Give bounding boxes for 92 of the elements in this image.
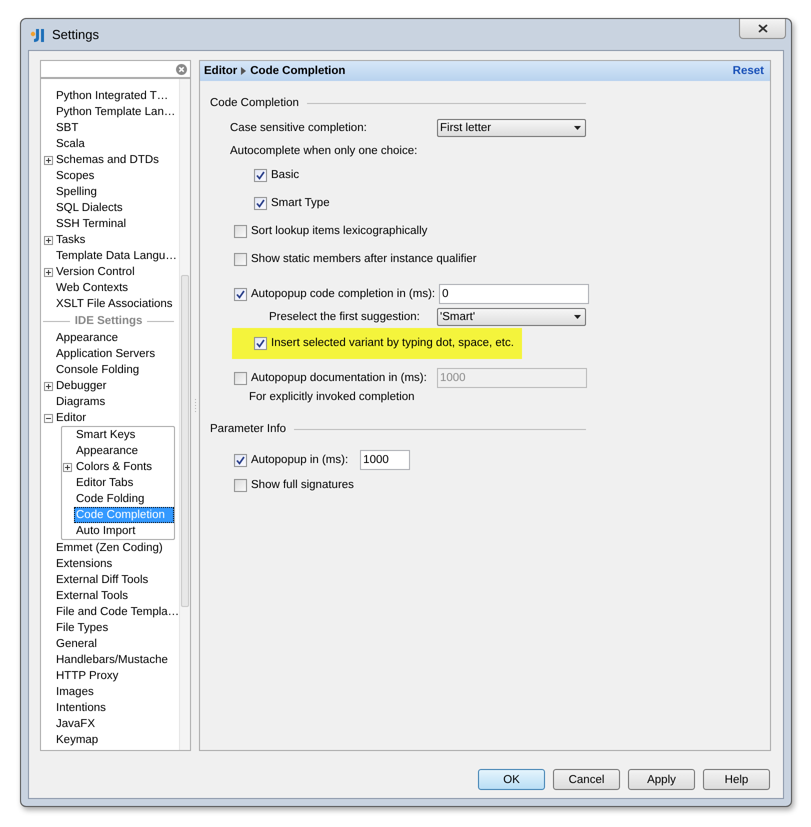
checkbox[interactable] [234, 454, 247, 466]
tree-item[interactable]: Scopes [56, 168, 180, 184]
checkbox[interactable] [234, 288, 247, 300]
reset-link[interactable]: Reset [732, 65, 764, 77]
search-field[interactable] [40, 60, 191, 78]
tree-item[interactable]: Extensions [56, 556, 180, 572]
checkbox-label: Show static members after instance qualifier [251, 253, 477, 265]
tree-item[interactable]: Intentions [56, 700, 180, 716]
hint-text: For explicitly invoked completion [249, 391, 415, 403]
tree-item[interactable]: General [56, 636, 180, 652]
tree-item[interactable]: Version Control [56, 264, 180, 280]
tree-item[interactable]: Tasks [56, 232, 180, 248]
tree-item[interactable]: SSH Terminal [56, 216, 180, 232]
tree-item[interactable]: Editor [56, 410, 180, 426]
field-label: Preselect the first suggestion: [269, 311, 420, 323]
checkbox-label: Show full signatures [251, 479, 354, 491]
dropdown-arrow-icon [574, 126, 581, 130]
checkbox[interactable] [254, 168, 267, 182]
expand-toggle-icon[interactable] [44, 414, 53, 422]
scrollbar[interactable] [179, 79, 190, 750]
tree-item[interactable]: Auto Import [74, 523, 174, 539]
dialog-button[interactable]: Cancel [553, 769, 620, 790]
tree-item[interactable]: Python Template Lan… [56, 104, 180, 120]
scrollbar-thumb[interactable] [181, 275, 189, 607]
dialog-button[interactable]: OK [478, 769, 545, 790]
dropdown[interactable]: 'Smart' [437, 308, 586, 326]
tree-item[interactable]: Emmet (Zen Coding) [56, 540, 180, 556]
tree-item[interactable]: Handlebars/Mustache [56, 652, 180, 668]
tree-item[interactable]: Appearance [56, 330, 180, 346]
tree-item[interactable]: Schemas and DTDs [56, 152, 180, 168]
tree-item[interactable]: External Tools [56, 588, 180, 604]
close-button[interactable] [739, 19, 786, 39]
checkbox-label: Autopopup code completion in (ms): [251, 288, 436, 300]
tree-item[interactable]: File Types [56, 620, 180, 636]
number-field[interactable]: 0 [439, 284, 590, 304]
dropdown-arrow-icon [574, 315, 581, 319]
field-label: Autocomplete when only one choice: [230, 144, 418, 156]
checkbox-label: Sort lookup items lexicographically [251, 225, 428, 237]
tree-item[interactable]: Smart Keys [74, 427, 174, 443]
tree-item[interactable]: Keymap [56, 732, 180, 748]
expand-toggle-icon[interactable] [44, 268, 53, 276]
tree-item[interactable]: Images [56, 684, 180, 700]
app-icon [30, 26, 46, 42]
field-label: Case sensitive completion: [230, 122, 367, 134]
checkbox[interactable] [234, 372, 247, 384]
tree-item[interactable]: Code Folding [74, 491, 174, 507]
tree-item[interactable]: Editor Tabs [74, 475, 174, 491]
expand-toggle-icon[interactable] [44, 236, 53, 244]
checkbox-label: Basic [271, 169, 300, 181]
expand-toggle-icon[interactable] [63, 462, 72, 472]
breadcrumb-item: Code Completion [250, 65, 346, 77]
tree-item[interactable]: Appearance [74, 443, 174, 459]
tree-item[interactable]: Template Data Langu… [56, 248, 180, 264]
section-title: Code Completion [210, 97, 299, 109]
section-title: Parameter Info [210, 423, 286, 435]
close-icon [758, 24, 768, 33]
clear-icon[interactable] [176, 64, 187, 74]
tree-item[interactable]: SQL Dialects [56, 200, 180, 216]
breadcrumb-arrow-icon [241, 67, 246, 75]
dropdown[interactable]: First letter [437, 119, 586, 137]
expand-toggle-icon[interactable] [44, 382, 53, 390]
tree-item[interactable]: Console Folding [56, 362, 180, 378]
dialog-button[interactable]: Apply [628, 769, 695, 790]
tree-item[interactable]: XSLT File Associations [56, 296, 180, 312]
tree-item[interactable]: Application Servers [56, 346, 180, 362]
dialog-button[interactable]: Help [703, 769, 770, 790]
tree-item[interactable]: Diagrams [56, 394, 180, 410]
checkbox[interactable] [234, 252, 247, 266]
tree-item[interactable]: Debugger [56, 378, 180, 394]
tree-item[interactable]: HTTP Proxy [56, 668, 180, 684]
tree-item[interactable]: External Diff Tools [56, 572, 180, 588]
tree-item[interactable]: Python Integrated T… [56, 88, 180, 104]
checkbox[interactable] [254, 336, 267, 350]
checkbox-label: Autopopup documentation in (ms): [251, 372, 427, 384]
tree-item[interactable]: File and Code Templa… [56, 604, 180, 620]
tree-item[interactable]: Web Contexts [56, 280, 180, 296]
checkbox[interactable] [234, 224, 247, 238]
tree-item[interactable]: JavaFX [56, 716, 180, 732]
tree-item[interactable]: Colors & Fonts [74, 459, 174, 475]
checkbox[interactable] [234, 478, 247, 492]
number-field[interactable]: 1000 [360, 450, 410, 470]
tree-item[interactable]: SBT [56, 120, 180, 136]
tree-item[interactable]: Scala [56, 136, 180, 152]
expand-toggle-icon[interactable] [44, 156, 53, 164]
checkbox-label: Autopopup in (ms): [251, 454, 348, 466]
window-title: Settings [52, 27, 99, 42]
tree-group-header: IDE Settings [74, 315, 142, 327]
checkbox-label: Insert selected variant by typing dot, space, etc. [271, 337, 514, 349]
checkbox-label: Smart Type [271, 197, 330, 209]
breadcrumb-item: Editor [204, 65, 238, 77]
tree-item[interactable]: Spelling [56, 184, 180, 200]
checkbox[interactable] [254, 196, 267, 210]
